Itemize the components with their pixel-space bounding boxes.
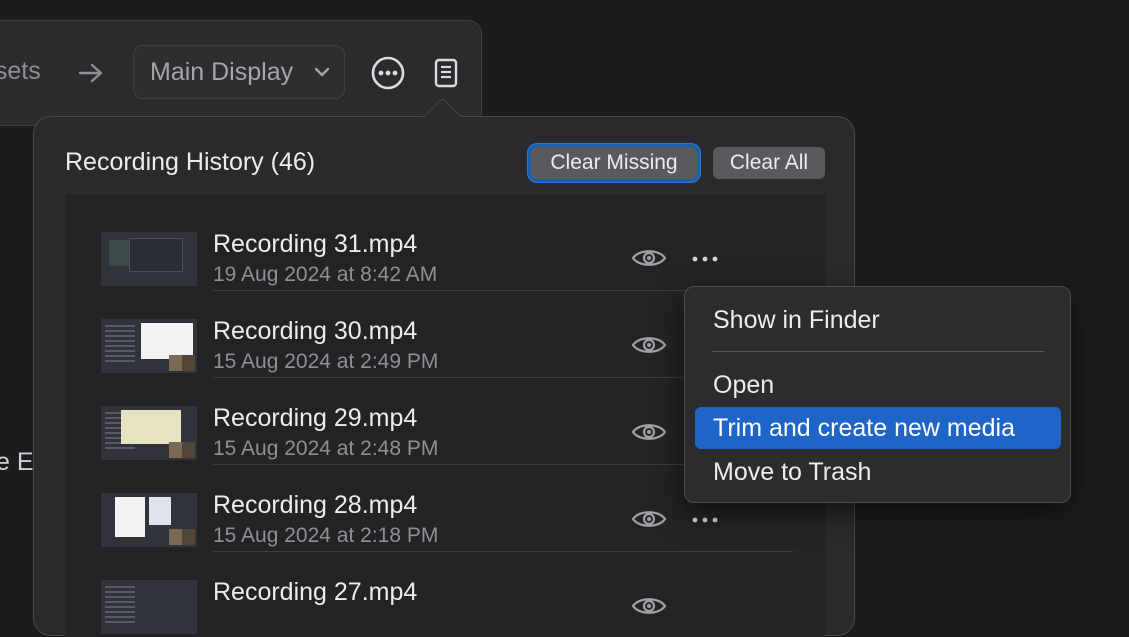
- arrow-right-icon: [78, 63, 103, 83]
- display-select[interactable]: Main Display: [133, 45, 345, 99]
- eye-icon[interactable]: [631, 420, 667, 444]
- recording-name: Recording 29.mp4: [213, 404, 418, 432]
- eye-icon[interactable]: [631, 507, 667, 531]
- more-options-icon[interactable]: [691, 255, 719, 263]
- presets-label[interactable]: esets: [0, 57, 41, 86]
- thumbnail: [101, 406, 197, 460]
- menu-item-open[interactable]: Open: [695, 364, 1061, 406]
- display-select-label: Main Display: [150, 58, 294, 86]
- thumbnail: [101, 493, 197, 547]
- menu-item-trim-and-create[interactable]: Trim and create new media: [695, 407, 1061, 449]
- eye-icon[interactable]: [631, 594, 667, 618]
- menu-item-move-to-trash[interactable]: Move to Trash: [695, 451, 1061, 493]
- more-options-icon[interactable]: [691, 516, 719, 524]
- ellipsis-circle-icon[interactable]: [371, 56, 405, 90]
- list-item[interactable]: Recording 27.mp4: [65, 543, 825, 634]
- popover-title: Recording History (46): [65, 148, 316, 176]
- toolbar-row: esets Main Display: [0, 21, 481, 125]
- menu-item-show-in-finder[interactable]: Show in Finder: [695, 299, 1061, 341]
- thumbnail: [101, 232, 197, 286]
- eye-icon[interactable]: [631, 333, 667, 357]
- chevron-down-icon: [314, 67, 330, 77]
- toolbar-window: esets Main Display: [0, 20, 482, 126]
- recording-name: Recording 30.mp4: [213, 317, 418, 345]
- clear-missing-button[interactable]: Clear Missing: [531, 147, 697, 179]
- recording-name: Recording 28.mp4: [213, 491, 418, 519]
- recording-name: Recording 31.mp4: [213, 230, 418, 258]
- recording-name: Recording 27.mp4: [213, 578, 418, 606]
- clear-all-button[interactable]: Clear All: [713, 147, 825, 179]
- eye-icon[interactable]: [631, 246, 667, 270]
- thumbnail: [101, 319, 197, 373]
- document-list-icon[interactable]: [433, 58, 459, 88]
- thumbnail: [101, 580, 197, 634]
- menu-separator: [712, 351, 1044, 352]
- background-window-text: e E: [0, 448, 34, 476]
- list-item[interactable]: Recording 31.mp4 19 Aug 2024 at 8:42 AM: [65, 195, 825, 291]
- context-menu: Show in Finder Open Trim and create new …: [684, 286, 1071, 503]
